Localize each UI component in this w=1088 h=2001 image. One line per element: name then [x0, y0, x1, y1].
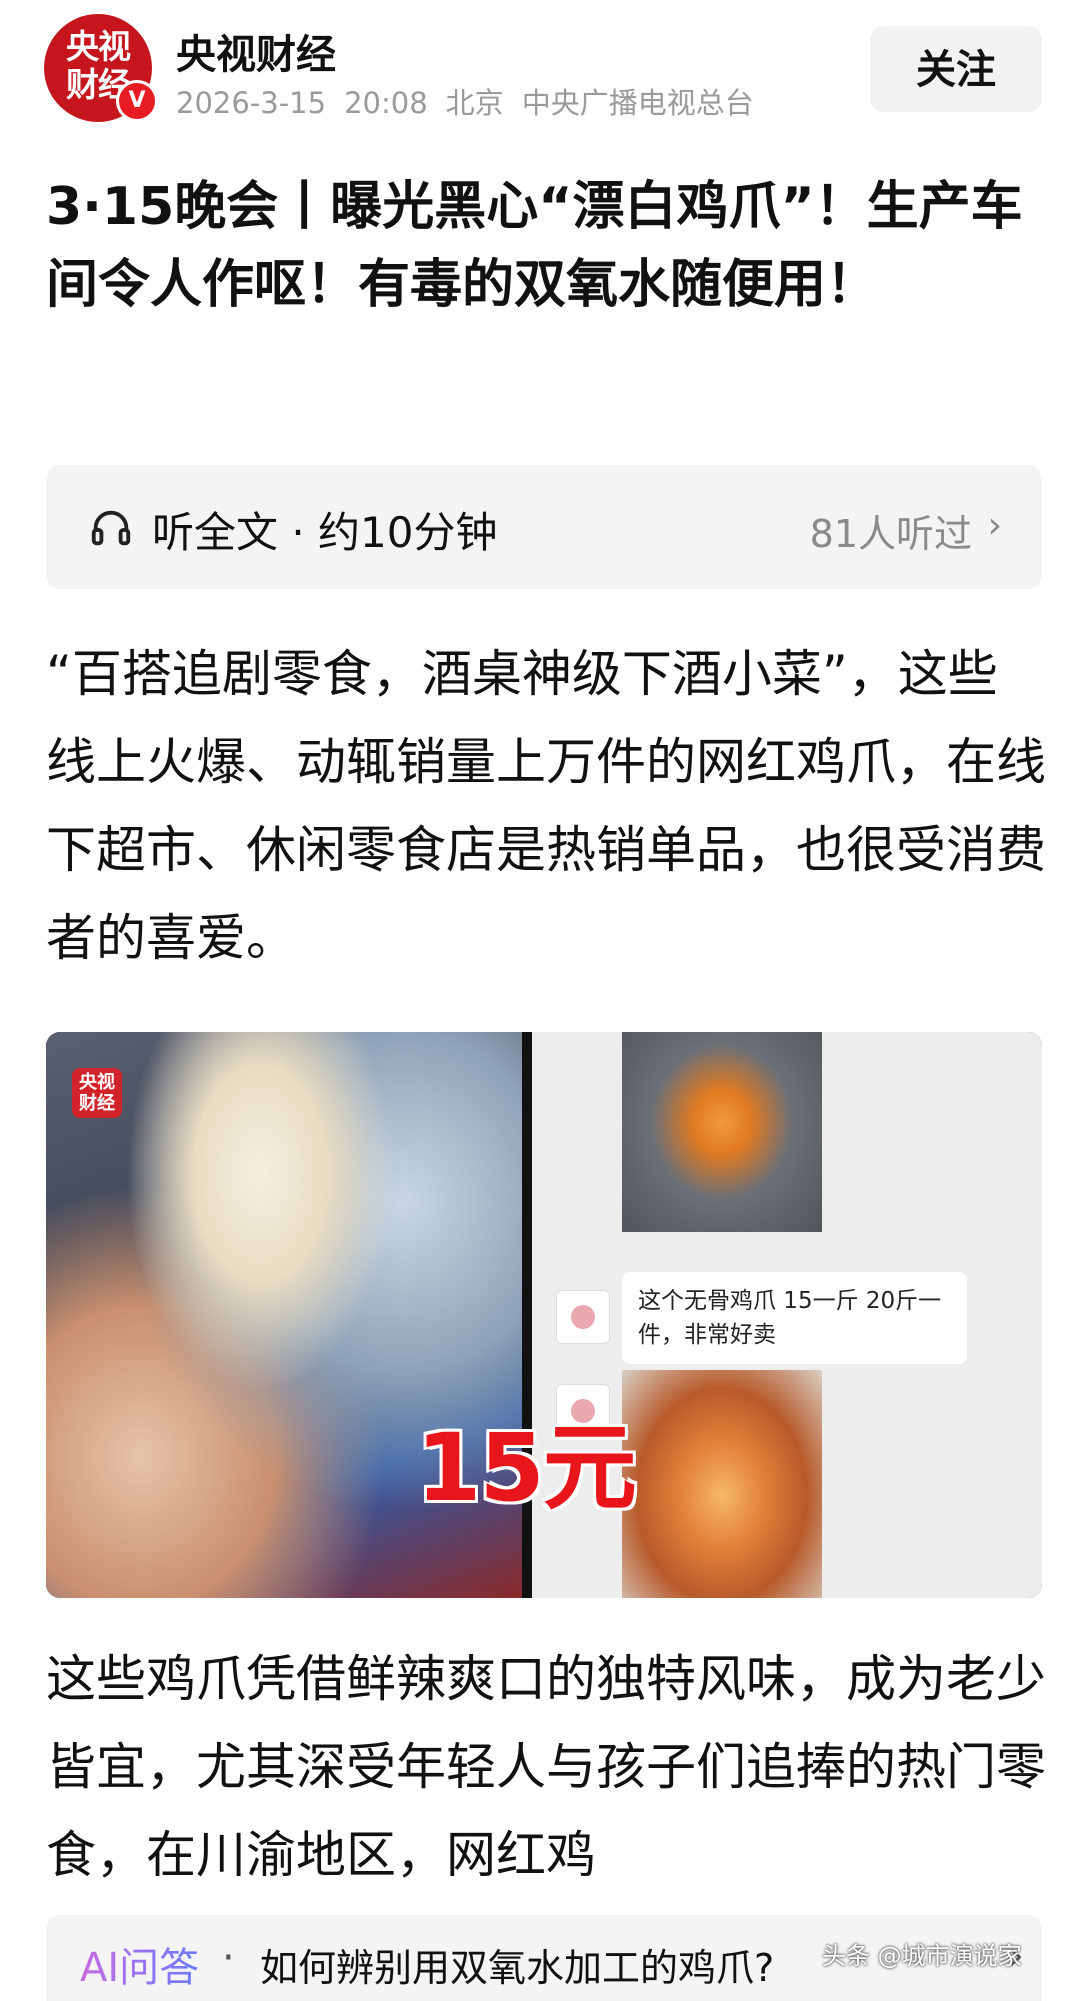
post-location: 北京	[445, 86, 504, 120]
post-source: 中央广播电视总台	[521, 86, 754, 120]
listen-full-article-bar[interactable]: 听全文 · 约10分钟 81人听过 ›	[46, 465, 1042, 589]
price-overlay: 15元	[416, 1414, 637, 1523]
chicken-feet-photo-top	[622, 1032, 822, 1232]
article-title: 3·15晚会丨曝光黑心“漂白鸡爪”！生产车间令人作呕！有毒的双氧水随便用！	[46, 177, 1023, 315]
post-time: 20:08	[344, 86, 428, 120]
ai-qa-label: AI问答	[80, 1935, 199, 1993]
article-image[interactable]: 央视 财经 这个无骨鸡爪 15一斤 20斤一件，非常好卖 15元	[46, 1032, 1042, 1598]
chat-avatar	[556, 1290, 610, 1344]
article-paragraph: 这些鸡爪凭借鲜辣爽口的独特风味，成为老少皆宜，尤其深受年轻人与孩子们追捧的热门零…	[46, 1650, 1046, 1884]
post-date: 2026-3-15	[176, 86, 327, 120]
verified-badge-icon: V	[116, 80, 158, 122]
article-header: 央视 财经 V 央视财经 2026-3-15 20:08 北京 中央广播电视总台 关注	[0, 0, 1088, 122]
article-paragraph: “百搭追剧零食，酒桌神级下酒小菜”，这些线上火爆、动辄销量上万件的网红鸡爪，在线…	[46, 645, 1046, 967]
ai-suggested-question[interactable]: 如何辨别用双氧水加工的鸡爪?	[260, 1937, 774, 1992]
watermark: 头条 @城市演说家	[822, 1942, 1022, 1970]
chevron-right-icon: ›	[987, 505, 1002, 546]
listen-count: 81人听过	[809, 512, 972, 556]
separator-dot: ·	[222, 1935, 235, 1981]
headphone-icon	[91, 510, 131, 546]
listen-label: 听全文 · 约10分钟	[152, 508, 498, 557]
follow-button[interactable]: 关注	[870, 26, 1042, 112]
post-meta: 2026-3-15 20:08 北京 中央广播电视总台	[176, 80, 772, 122]
account-name[interactable]: 央视财经	[176, 22, 336, 80]
chicken-feet-photo-bottom	[622, 1370, 822, 1598]
cctv-finance-logo: 央视 财经	[72, 1068, 122, 1118]
chat-message: 这个无骨鸡爪 15一斤 20斤一件，非常好卖	[622, 1272, 967, 1364]
account-avatar[interactable]: 央视 财经 V	[44, 14, 158, 122]
